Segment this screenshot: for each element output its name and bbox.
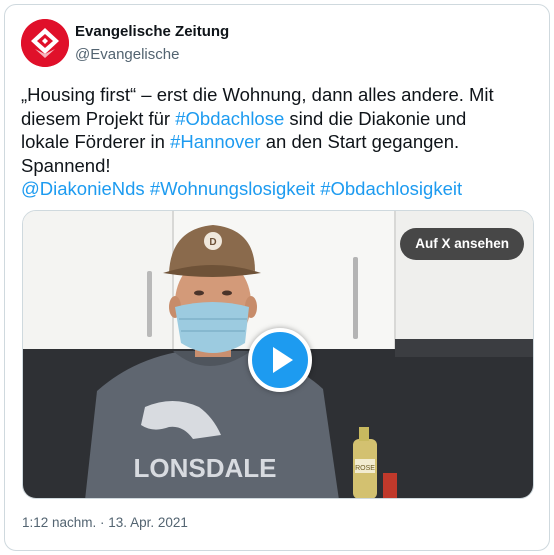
tweet-line: diesem Projekt für #Obdachlose sind die … — [21, 107, 541, 131]
tweet-header: Evangelische Zeitung @Evangelische — [21, 19, 229, 67]
hashtag-obdachlose[interactable]: #Obdachlose — [175, 108, 284, 129]
tweet-card: Evangelische Zeitung @Evangelische „Hous… — [4, 4, 550, 551]
tweet-text-segment: lokale Förderer in — [21, 131, 171, 152]
mention-diakoniends[interactable]: @DiakonieNds — [21, 178, 145, 199]
play-icon — [273, 347, 293, 373]
cap-logo-text: D — [209, 237, 216, 248]
video-thumbnail[interactable]: ROSE LONSDALE D Auf X ansehen — [22, 210, 534, 499]
tweet-text-segment: sind die Diakonie und — [284, 107, 467, 129]
watch-on-x-button[interactable]: Auf X ansehen — [400, 228, 524, 260]
tweet-text-segment: Spannend! — [21, 154, 111, 176]
avatar[interactable] — [21, 19, 69, 67]
display-name[interactable]: Evangelische Zeitung — [75, 22, 229, 41]
tweet-text-segment: „Housing first“ – erst die Wohnung, dann… — [21, 84, 494, 105]
tweet-line: lokale Förderer in #Hannover an den Star… — [21, 130, 541, 154]
ez-logo-icon — [21, 19, 69, 67]
tweet-timestamp[interactable]: 1:12 nachm. · 13. Apr. 2021 — [22, 515, 188, 530]
tweet-line: @DiakonieNds #Wohnungslosigkeit #Obdachl… — [21, 177, 541, 201]
account-names: Evangelische Zeitung @Evangelische — [75, 22, 229, 64]
bottle-label: ROSE — [355, 465, 375, 472]
hashtag-hannover[interactable]: #Hannover — [170, 131, 261, 152]
tweet-text-segment: diesem Projekt für — [21, 107, 176, 129]
tweet-text-segment: an den Start gegangen. — [260, 131, 460, 152]
play-button[interactable] — [248, 328, 312, 392]
tweet-line: Spannend! — [21, 154, 541, 178]
hashtag-wohnungslosigkeit[interactable]: #Wohnungslosigkeit — [150, 178, 315, 199]
account-handle[interactable]: @Evangelische — [75, 45, 229, 64]
tweet-text: „Housing first“ – erst die Wohnung, dann… — [21, 83, 541, 201]
tweet-line: „Housing first“ – erst die Wohnung, dann… — [21, 83, 541, 107]
sweater-logo-text: LONSDALE — [134, 453, 277, 483]
hashtag-obdachlosigkeit[interactable]: #Obdachlosigkeit — [320, 178, 462, 199]
